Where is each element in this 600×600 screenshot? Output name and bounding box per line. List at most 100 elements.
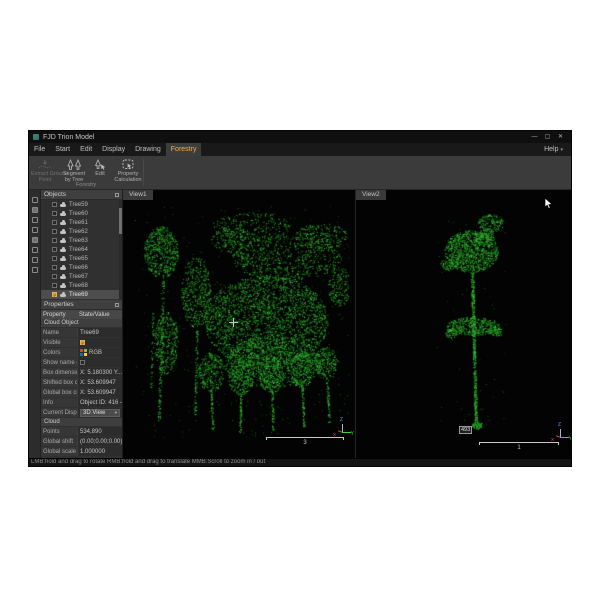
axis-z-label: Z [558, 422, 561, 428]
property-value: X: 53.609947 [77, 378, 122, 387]
tree-list-item[interactable]: Tree64 [41, 245, 122, 254]
property-value: (0.00;0.00;0.00) [77, 437, 122, 446]
visibility-checkbox[interactable] [52, 283, 57, 288]
pin-icon[interactable] [115, 303, 119, 307]
tree-list-item[interactable]: Tree60 [41, 209, 122, 218]
visibility-checkbox[interactable] [52, 247, 57, 252]
tree-label: Tree62 [69, 229, 88, 235]
tree-label: Tree67 [69, 274, 88, 280]
scrollbar[interactable] [119, 200, 122, 300]
viewport-1[interactable]: View1 3 Z Y X [123, 190, 356, 458]
property-name: Show name (...) [41, 358, 77, 367]
sidebar-tool-icon[interactable] [32, 227, 38, 233]
point-cloud-icon [60, 213, 66, 216]
app-logo-icon [33, 134, 39, 140]
axis-y-label: Y [569, 436, 571, 442]
menu-item-file[interactable]: File [29, 143, 50, 156]
property-row: Global box ce...X: 53.609947 [41, 388, 122, 398]
menu-item-help[interactable]: Help ▾ [536, 143, 571, 156]
visibility-checkbox[interactable] [52, 202, 57, 207]
sidebar-tool-icon[interactable] [32, 257, 38, 263]
point-cloud-icon [60, 267, 66, 270]
menu-item-forestry[interactable]: Forestry [166, 143, 202, 156]
property-name: Global box ce... [41, 388, 77, 397]
axis-z-label: Z [340, 417, 343, 423]
property-value: X: 53.609947 [77, 388, 122, 397]
tree-list-item[interactable]: ✓Tree69 [41, 290, 122, 299]
tree-label: Tree68 [69, 283, 88, 289]
main-area: Objects Tree59Tree60Tree61 Tree62Tree63 Tr… [29, 190, 571, 458]
visibility-checkbox[interactable] [52, 265, 57, 270]
objects-panel-title: Objects [44, 191, 66, 198]
menu-item-display[interactable]: Display [97, 143, 130, 156]
property-row: Current Display3D View▾ [41, 408, 122, 418]
point-cloud-tree[interactable] [356, 190, 571, 458]
view1-tab[interactable]: View1 [123, 190, 153, 200]
properties-column-headers: Property State/Value [41, 310, 122, 319]
tree-list-item[interactable]: Tree62 [41, 227, 122, 236]
tree-label: Tree65 [69, 256, 88, 262]
visibility-checkbox[interactable] [52, 256, 57, 261]
tree-list-item[interactable]: Tree67 [41, 272, 122, 281]
property-checkbox[interactable]: ✓ [80, 340, 85, 345]
sidebar-tool-icon[interactable] [32, 237, 38, 243]
visibility-checkbox[interactable] [52, 229, 57, 234]
two-trees-icon [59, 158, 89, 171]
maximize-icon[interactable]: ▢ [541, 131, 554, 143]
sidebar-tool-icon[interactable] [32, 197, 38, 203]
tree-list-item[interactable]: Tree61 [41, 218, 122, 227]
visibility-checkbox[interactable] [52, 238, 57, 243]
tree-list-item[interactable]: Tree59 [41, 200, 122, 209]
tree-list-item[interactable]: Tree66 [41, 263, 122, 272]
point-cloud-forest[interactable] [123, 190, 355, 458]
segment-by-tree-button[interactable]: Segment by Tree [59, 157, 89, 183]
property-value: Object ID: 416 - Childre... [77, 398, 122, 407]
visibility-checkbox[interactable] [52, 220, 57, 225]
sidebar-tool-icon[interactable] [32, 247, 38, 253]
view2-tab[interactable]: View2 [356, 190, 386, 200]
extract-ground-point-button[interactable]: Extract Ground Point [31, 157, 59, 183]
value-column-header: State/Value [77, 312, 122, 318]
minimize-icon[interactable]: — [528, 131, 541, 143]
scale-bar-label: 1 [479, 445, 559, 451]
menu-item-drawing[interactable]: Drawing [130, 143, 166, 156]
axis-x-label: X [551, 437, 554, 442]
property-row: InfoObject ID: 416 - Childre... [41, 398, 122, 408]
point-cloud-icon [60, 222, 66, 225]
property-name: Shifted box c... [41, 378, 77, 387]
point-cloud-icon [60, 258, 66, 261]
help-label: Help [544, 146, 558, 153]
tree-id-label: 493 [459, 426, 472, 434]
tree-list-item[interactable]: Tree65 [41, 254, 122, 263]
property-row: Points534,890 [41, 427, 122, 437]
pin-icon[interactable] [115, 193, 119, 197]
point-cloud-icon [60, 249, 66, 252]
menu-item-edit[interactable]: Edit [75, 143, 97, 156]
current-display-dropdown[interactable]: 3D View▾ [80, 409, 120, 417]
property-name: Current Display [41, 408, 77, 417]
tree-label: Tree64 [69, 247, 88, 253]
visibility-checkbox[interactable]: ✓ [52, 292, 57, 297]
property-name: Global scale [41, 447, 77, 456]
property-checkbox[interactable] [80, 360, 85, 365]
visibility-checkbox[interactable] [52, 211, 57, 216]
menu-item-start[interactable]: Start [50, 143, 75, 156]
property-calculation-button[interactable]: Property Calculation [111, 157, 145, 183]
scrollbar-handle[interactable] [119, 208, 122, 234]
tree-list-item[interactable]: Tree68 [41, 281, 122, 290]
sidebar-tool-icon[interactable] [32, 207, 38, 213]
edit-tree-button[interactable]: Edit [89, 157, 111, 183]
viewport-2[interactable]: View2 493 1 Z Y X [356, 190, 571, 458]
axis-x-label: X [333, 432, 336, 437]
point-cloud-icon [60, 231, 66, 234]
sidebar-tool-icon[interactable] [32, 267, 38, 273]
property-value: X: 5.180300 Y... [77, 368, 122, 377]
sidebar-tool-icon[interactable] [32, 217, 38, 223]
rgb-color-icon [80, 349, 87, 356]
tree-list-item[interactable]: Tree63 [41, 236, 122, 245]
property-name: Name [41, 328, 77, 337]
visibility-checkbox[interactable] [52, 274, 57, 279]
panel-column: Objects Tree59Tree60Tree61 Tree62Tree63 Tr… [41, 190, 123, 458]
property-row: Show name (...) [41, 358, 122, 368]
close-icon[interactable]: ✕ [554, 131, 567, 143]
